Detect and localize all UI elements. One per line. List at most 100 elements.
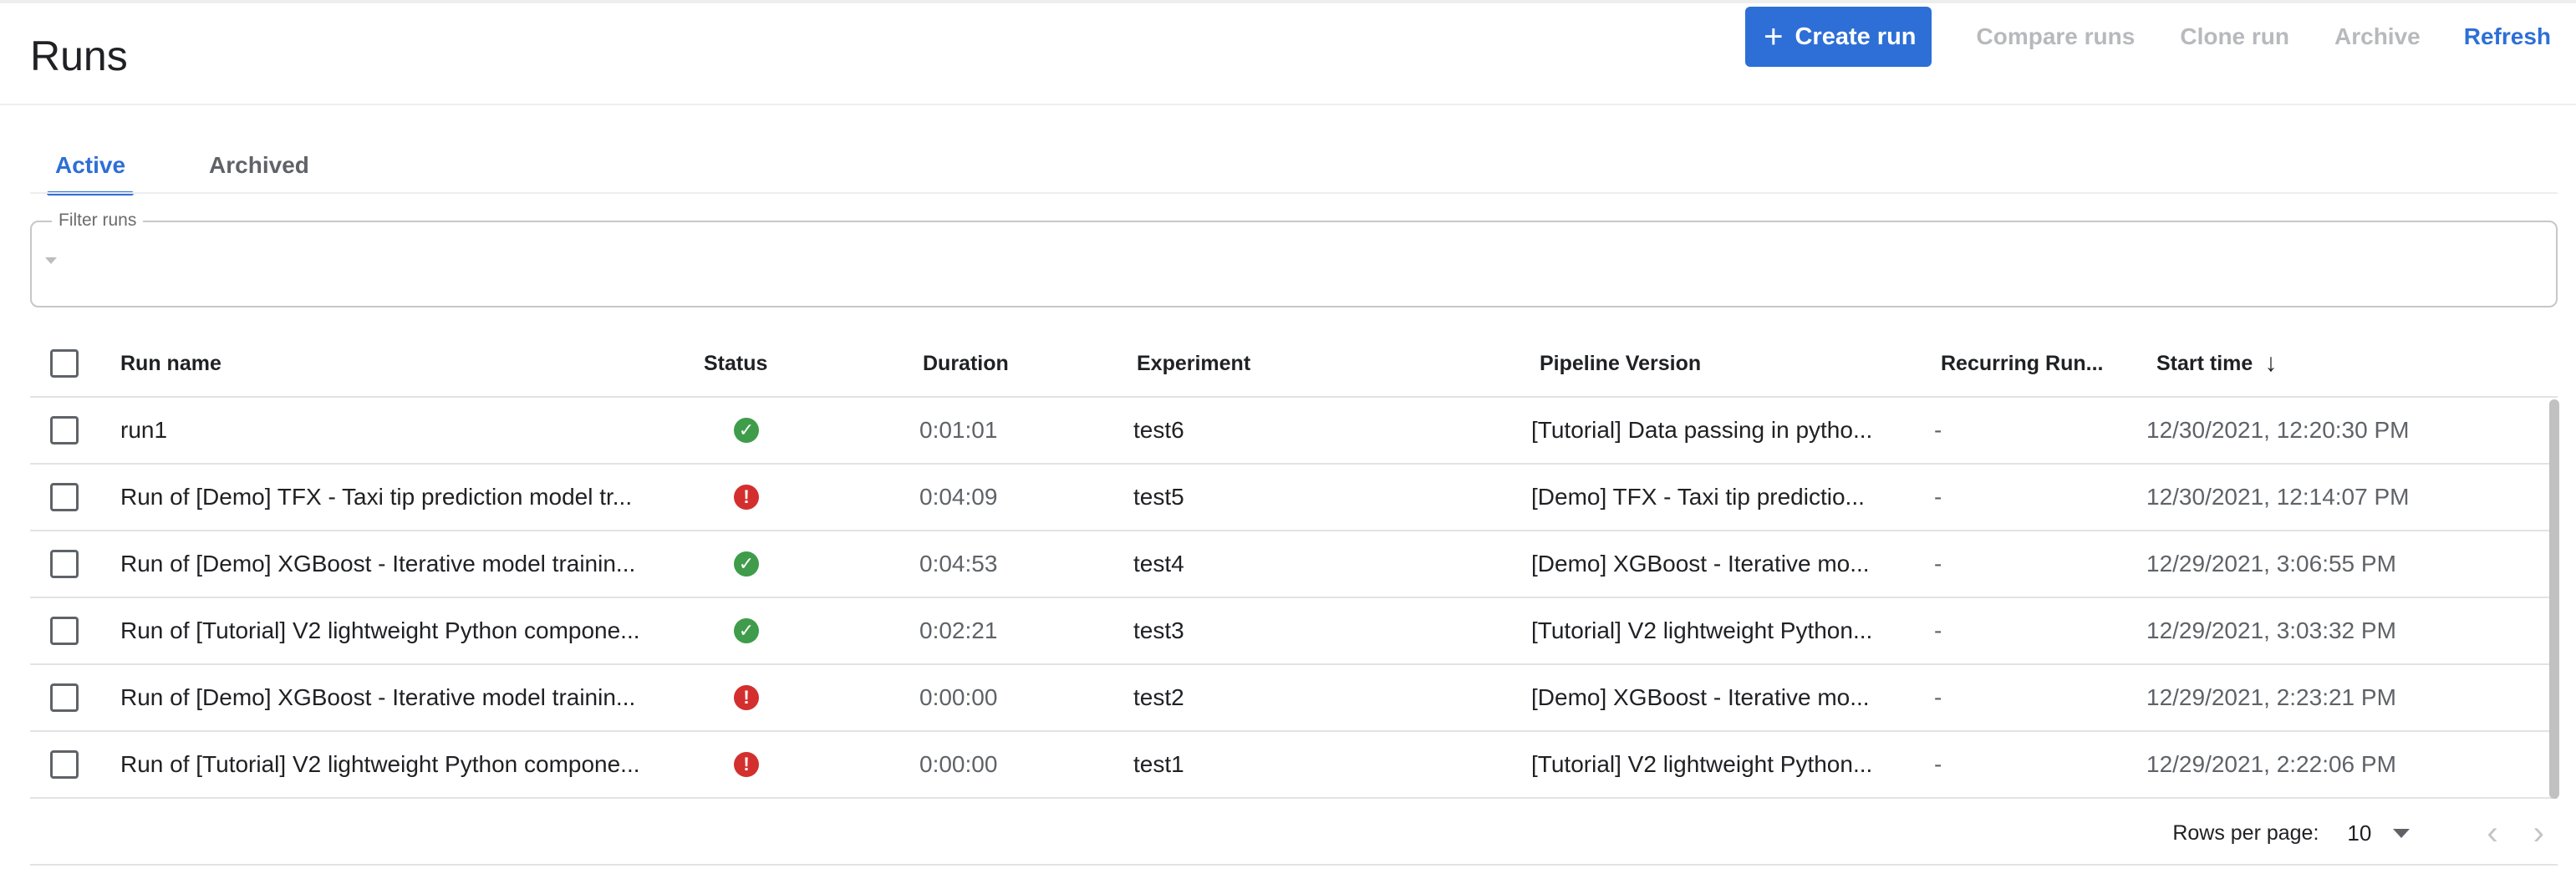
- header-checkbox-cell: [50, 331, 84, 396]
- cell-text: [Tutorial] Data passing in pytho...: [1531, 417, 1873, 443]
- row-checkbox[interactable]: [50, 683, 79, 712]
- page-title: Runs: [30, 33, 128, 79]
- experiment-link[interactable]: test2: [1133, 665, 1501, 730]
- pipeline-version-link[interactable]: [Tutorial] V2 lightweight Python...: [1531, 598, 1924, 663]
- tab-active[interactable]: Active: [47, 147, 135, 196]
- duration-cell: 0:01:01: [919, 398, 1112, 463]
- cell-text: -: [1934, 751, 1942, 777]
- pipeline-version-link[interactable]: [Tutorial] V2 lightweight Python...: [1531, 732, 1924, 797]
- column-header-recurring-run[interactable]: Recurring Run...: [1941, 331, 2111, 396]
- table-row[interactable]: run1 ✓ 0:01:01 test6 [Tutorial] Data pas…: [30, 398, 2558, 465]
- run-name-link[interactable]: Run of [Demo] XGBoost - Iterative model …: [120, 665, 705, 730]
- arrow-down-icon[interactable]: ↓: [2264, 349, 2277, 378]
- table-row[interactable]: Run of [Demo] TFX - Taxi tip prediction …: [30, 465, 2558, 531]
- recurring-run-cell: -: [1934, 732, 2135, 797]
- row-checkbox[interactable]: [50, 550, 79, 578]
- cell-text: [Tutorial] V2 lightweight Python...: [1531, 617, 1873, 643]
- experiment-link[interactable]: test3: [1133, 598, 1501, 663]
- filter-runs-input[interactable]: Filter runs: [30, 211, 2558, 307]
- cell-text: 12/29/2021, 3:03:32 PM: [2146, 617, 2396, 643]
- refresh-button[interactable]: Refresh: [2464, 23, 2551, 50]
- table-row[interactable]: Run of [Tutorial] V2 lightweight Python …: [30, 732, 2558, 799]
- recurring-run-cell: -: [1934, 665, 2135, 730]
- tab-archived[interactable]: Archived: [201, 147, 318, 192]
- table-row[interactable]: Run of [Demo] XGBoost - Iterative model …: [30, 531, 2558, 598]
- cell-text: [Demo] XGBoost - Iterative mo...: [1531, 551, 1870, 577]
- pipeline-version-link[interactable]: [Demo] XGBoost - Iterative mo...: [1531, 531, 1924, 597]
- row-checkbox[interactable]: [50, 416, 79, 444]
- column-header-run-name[interactable]: Run name: [120, 331, 705, 396]
- cell-text: Run of [Demo] TFX - Taxi tip prediction …: [120, 484, 633, 510]
- run-name-link[interactable]: run1: [120, 398, 705, 463]
- next-page-icon[interactable]: ›: [2533, 815, 2544, 852]
- row-checkbox-cell: [50, 598, 84, 663]
- cell-text: Run of [Demo] XGBoost - Iterative model …: [120, 551, 636, 577]
- row-checkbox[interactable]: [50, 483, 79, 511]
- rows-per-page-select[interactable]: 10: [2347, 820, 2371, 846]
- duration-cell: 0:00:00: [919, 665, 1112, 730]
- experiment-link[interactable]: test5: [1133, 465, 1501, 530]
- previous-page-icon[interactable]: ‹: [2487, 815, 2497, 852]
- row-checkbox-cell: [50, 732, 84, 797]
- tabs-divider: [30, 192, 2558, 194]
- cell-text: 0:01:01: [919, 417, 998, 443]
- duration-cell: 0:00:00: [919, 732, 1112, 797]
- cell-text: test1: [1133, 751, 1184, 777]
- cell-text: 0:00:00: [919, 751, 998, 777]
- error-circle-icon: !: [734, 685, 759, 710]
- table-bottom-divider: [30, 864, 2558, 866]
- select-all-checkbox[interactable]: [50, 349, 79, 378]
- row-checkbox-cell: [50, 398, 84, 463]
- pipeline-version-link[interactable]: [Tutorial] Data passing in pytho...: [1531, 398, 1924, 463]
- plus-icon: +: [1764, 18, 1784, 55]
- recurring-run-cell: -: [1934, 531, 2135, 597]
- clone-run-button[interactable]: Clone run: [2180, 23, 2289, 50]
- column-header-duration[interactable]: Duration: [923, 331, 1115, 396]
- runs-table: Run name Status Duration Experiment Pipe…: [30, 331, 2558, 799]
- check-circle-icon: ✓: [734, 618, 759, 643]
- cell-text: [Demo] XGBoost - Iterative mo...: [1531, 684, 1870, 710]
- duration-cell: 0:02:21: [919, 598, 1112, 663]
- cell-text: [Demo] TFX - Taxi tip predictio...: [1531, 484, 1865, 510]
- recurring-run-cell: -: [1934, 398, 2135, 463]
- table-row[interactable]: Run of [Tutorial] V2 lightweight Python …: [30, 598, 2558, 665]
- cell-text: run1: [120, 417, 168, 443]
- column-header-status[interactable]: Status: [704, 331, 888, 396]
- table-row[interactable]: Run of [Demo] XGBoost - Iterative model …: [30, 665, 2558, 732]
- column-header-pipeline-version[interactable]: Pipeline Version: [1540, 331, 1932, 396]
- toolbar: + Create run Compare runs Clone run Arch…: [1745, 7, 2551, 67]
- table-scrollbar[interactable]: [2549, 399, 2559, 799]
- row-checkbox-cell: [50, 531, 84, 597]
- column-header-start-time[interactable]: Start time ↓: [2156, 331, 2549, 396]
- run-name-link[interactable]: Run of [Tutorial] V2 lightweight Python …: [120, 598, 705, 663]
- row-checkbox-cell: [50, 665, 84, 730]
- cell-text: 0:00:00: [919, 684, 998, 710]
- start-time-cell: 12/30/2021, 12:20:30 PM: [2146, 398, 2539, 463]
- cell-text: 0:04:09: [919, 484, 998, 510]
- create-run-label: Create run: [1795, 23, 1917, 50]
- filter-runs-label: Filter runs: [52, 211, 144, 231]
- cell-text: -: [1934, 484, 1942, 510]
- run-name-link[interactable]: Run of [Demo] XGBoost - Iterative model …: [120, 531, 705, 597]
- cell-text: -: [1934, 617, 1942, 643]
- compare-runs-button[interactable]: Compare runs: [1977, 23, 2136, 50]
- experiment-link[interactable]: test1: [1133, 732, 1501, 797]
- pipeline-version-link[interactable]: [Demo] XGBoost - Iterative mo...: [1531, 665, 1924, 730]
- error-circle-icon: !: [734, 485, 759, 510]
- status-cell: ✓: [704, 531, 888, 597]
- column-header-experiment[interactable]: Experiment: [1137, 331, 1504, 396]
- chevron-down-icon[interactable]: [2393, 828, 2411, 838]
- rows-per-page-label: Rows per page:: [2172, 820, 2319, 845]
- pipeline-version-link[interactable]: [Demo] TFX - Taxi tip predictio...: [1531, 465, 1924, 530]
- cell-text: Run of [Tutorial] V2 lightweight Python …: [120, 751, 640, 777]
- experiment-link[interactable]: test6: [1133, 398, 1501, 463]
- pagination: Rows per page: 10 ‹ ›: [2172, 810, 2544, 856]
- row-checkbox[interactable]: [50, 617, 79, 645]
- row-checkbox[interactable]: [50, 750, 79, 779]
- run-name-link[interactable]: Run of [Demo] TFX - Taxi tip prediction …: [120, 465, 705, 530]
- recurring-run-cell: -: [1934, 465, 2135, 530]
- archive-button[interactable]: Archive: [2334, 23, 2421, 50]
- run-name-link[interactable]: Run of [Tutorial] V2 lightweight Python …: [120, 732, 705, 797]
- create-run-button[interactable]: + Create run: [1745, 7, 1932, 67]
- experiment-link[interactable]: test4: [1133, 531, 1501, 597]
